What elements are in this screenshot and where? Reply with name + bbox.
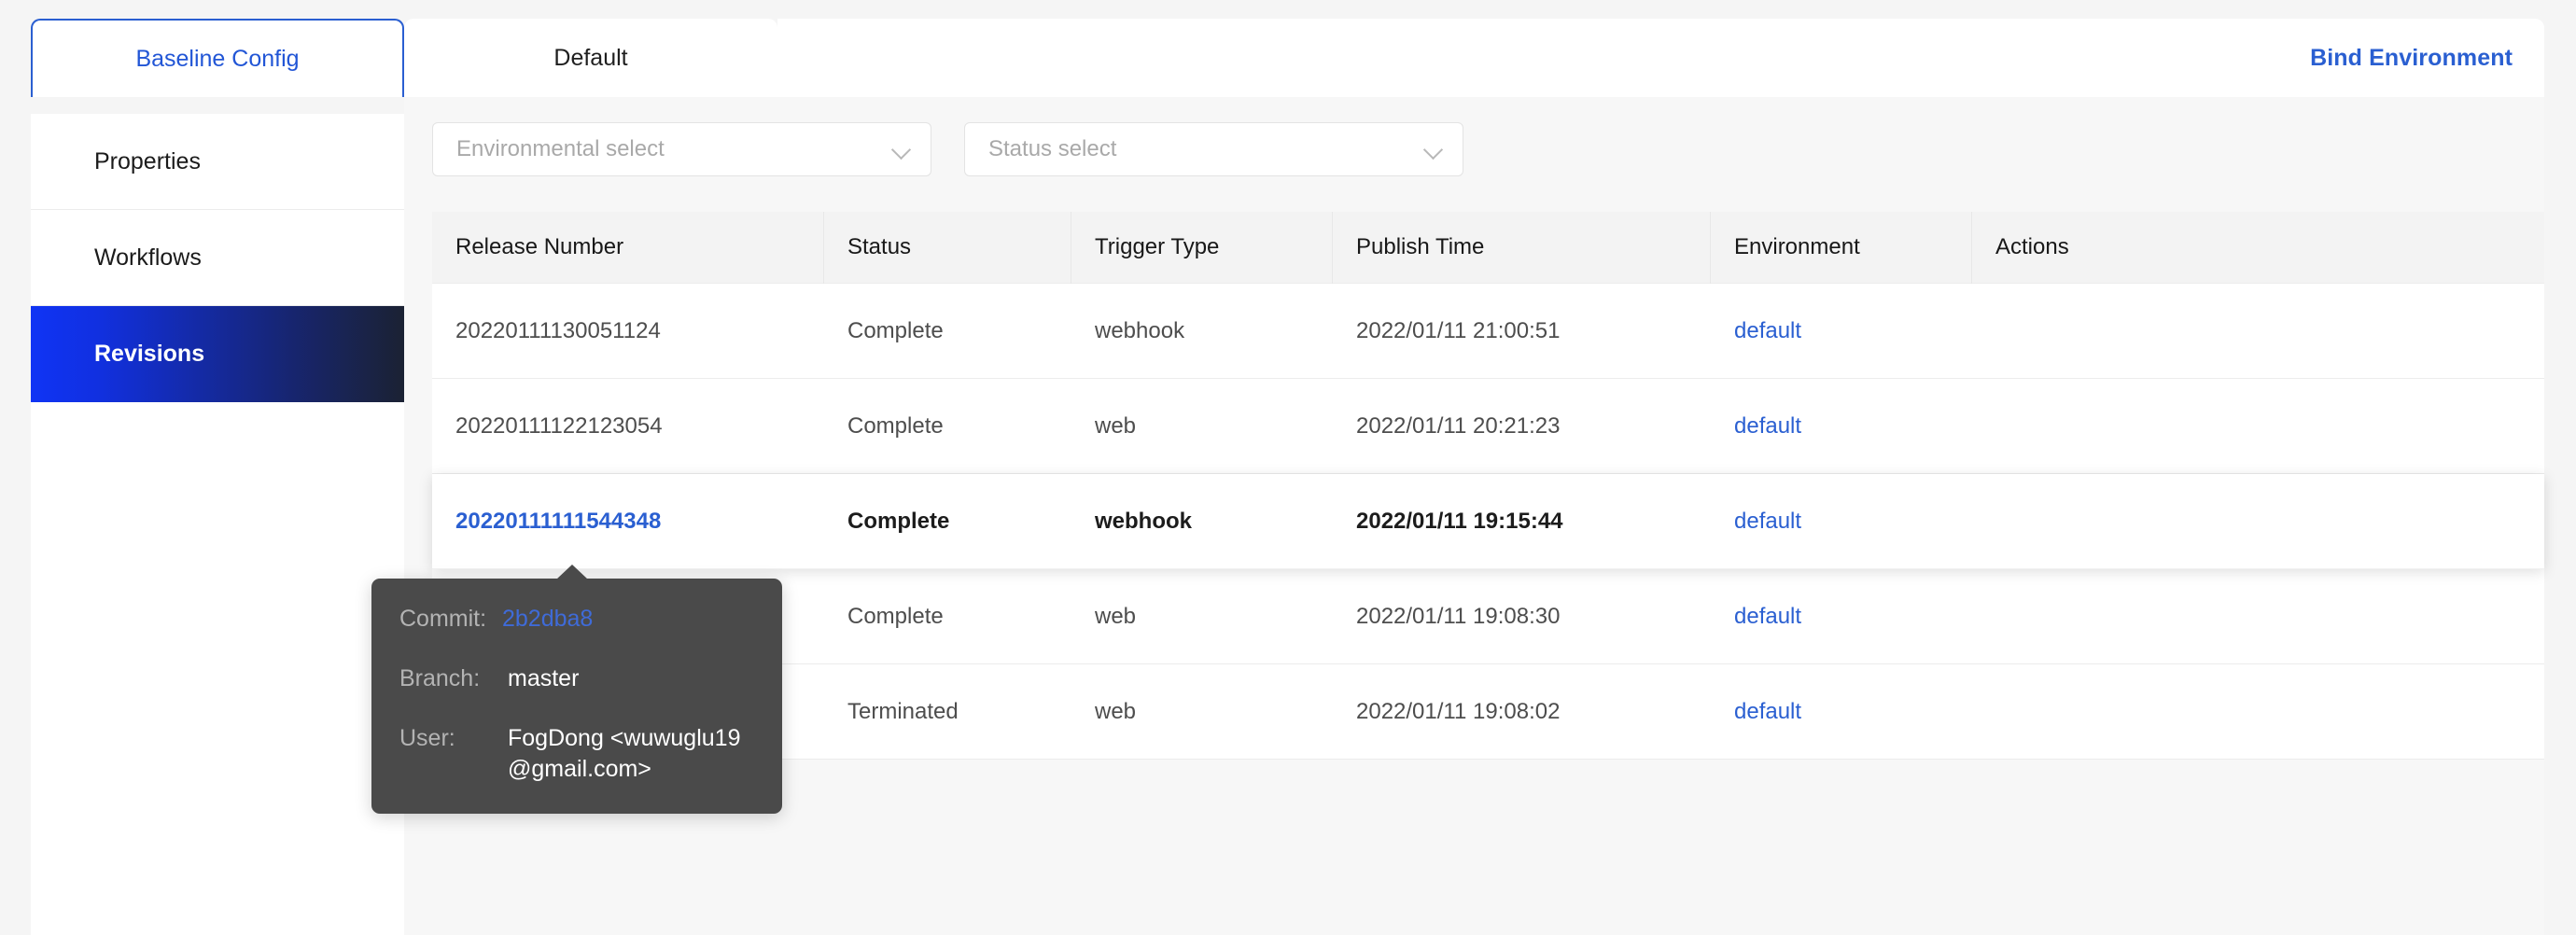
environment-link[interactable]: default (1734, 604, 1801, 629)
tooltip-user-label: User: (399, 723, 493, 787)
tooltip-commit-link[interactable]: 2b2dba8 (493, 604, 593, 635)
tooltip-user-row: User: FogDong <wuwuglu19@gmail.com> (399, 723, 754, 787)
table-row[interactable]: 20220111122123054 Complete web 2022/01/1… (432, 379, 2544, 474)
tooltip-branch-row: Branch: master (399, 663, 754, 695)
column-header-actions[interactable]: Actions (1972, 212, 2544, 284)
cell-publish-time: 2022/01/11 19:08:02 (1333, 699, 1711, 725)
cell-trigger-type: web (1071, 413, 1333, 440)
column-header-publish-time[interactable]: Publish Time (1333, 212, 1711, 284)
cell-trigger-type: webhook (1071, 509, 1333, 535)
tab-bar-right-area: Bind Environment (777, 19, 2544, 97)
cell-release-number[interactable]: 20220111130051124 (432, 318, 824, 344)
cell-trigger-type: web (1071, 699, 1333, 725)
tooltip-branch-label: Branch: (399, 663, 493, 695)
table-header-row: Release Number Status Trigger Type Publi… (432, 212, 2544, 284)
cell-status: Complete (824, 509, 1071, 535)
cell-trigger-type: web (1071, 604, 1333, 630)
chevron-down-icon (1423, 139, 1444, 160)
table-row[interactable]: 20220111111544348 Complete webhook 2022/… (432, 474, 2544, 569)
sidebar: Properties Workflows Revisions (31, 114, 404, 935)
environment-link[interactable]: default (1734, 413, 1801, 439)
tab-default-label: Default (553, 45, 627, 72)
table-row[interactable]: 20220111130051124 Complete webhook 2022/… (432, 284, 2544, 379)
top-tab-bar: Baseline Config Default Bind Environment (0, 0, 2576, 97)
cell-status: Complete (824, 604, 1071, 630)
cell-release-number[interactable]: 20220111111544348 (432, 509, 824, 535)
cell-status: Complete (824, 413, 1071, 440)
status-select-placeholder: Status select (988, 136, 1423, 162)
cell-status: Terminated (824, 699, 1071, 725)
cell-environment: default (1711, 699, 1972, 725)
sidebar-item-properties[interactable]: Properties (31, 114, 404, 210)
tooltip-commit-label: Commit: (399, 604, 493, 635)
cell-status: Complete (824, 318, 1071, 344)
cell-publish-time: 2022/01/11 19:08:30 (1333, 604, 1711, 630)
tooltip-branch-value: master (493, 663, 579, 695)
tab-baseline-config[interactable]: Baseline Config (31, 19, 404, 97)
column-header-trigger-type[interactable]: Trigger Type (1071, 212, 1333, 284)
cell-environment: default (1711, 604, 1972, 630)
cell-publish-time: 2022/01/11 20:21:23 (1333, 413, 1711, 440)
sidebar-item-workflows[interactable]: Workflows (31, 210, 404, 306)
tab-baseline-config-label: Baseline Config (135, 46, 299, 73)
filter-bar: Environmental select Status select (432, 122, 1463, 176)
status-select[interactable]: Status select (964, 122, 1463, 176)
sidebar-background-filler (31, 402, 404, 935)
cell-environment: default (1711, 413, 1972, 440)
environment-link[interactable]: default (1734, 699, 1801, 724)
tab-strip: Baseline Config Default Bind Environment (31, 19, 2544, 97)
sidebar-item-revisions-label: Revisions (94, 341, 204, 368)
tab-default[interactable]: Default (404, 19, 777, 97)
environment-select[interactable]: Environmental select (432, 122, 931, 176)
environment-select-placeholder: Environmental select (456, 136, 891, 162)
sidebar-item-workflows-label: Workflows (94, 244, 202, 272)
cell-environment: default (1711, 509, 1972, 535)
column-header-status[interactable]: Status (824, 212, 1071, 284)
tooltip-commit-row: Commit: 2b2dba8 (399, 604, 754, 635)
bind-environment-link[interactable]: Bind Environment (2310, 45, 2513, 72)
sidebar-item-revisions[interactable]: Revisions (31, 306, 404, 402)
revision-detail-tooltip: Commit: 2b2dba8 Branch: master User: Fog… (371, 579, 782, 814)
cell-publish-time: 2022/01/11 21:00:51 (1333, 318, 1711, 344)
column-header-release-number[interactable]: Release Number (432, 212, 824, 284)
column-header-environment[interactable]: Environment (1711, 212, 1972, 284)
sidebar-item-properties-label: Properties (94, 148, 201, 175)
chevron-down-icon (891, 139, 912, 160)
tooltip-user-value: FogDong <wuwuglu19@gmail.com> (493, 723, 754, 787)
environment-link[interactable]: default (1734, 318, 1801, 343)
cell-environment: default (1711, 318, 1972, 344)
environment-link[interactable]: default (1734, 509, 1801, 534)
cell-trigger-type: webhook (1071, 318, 1333, 344)
cell-publish-time: 2022/01/11 19:15:44 (1333, 509, 1711, 535)
cell-release-number[interactable]: 20220111122123054 (432, 413, 824, 440)
